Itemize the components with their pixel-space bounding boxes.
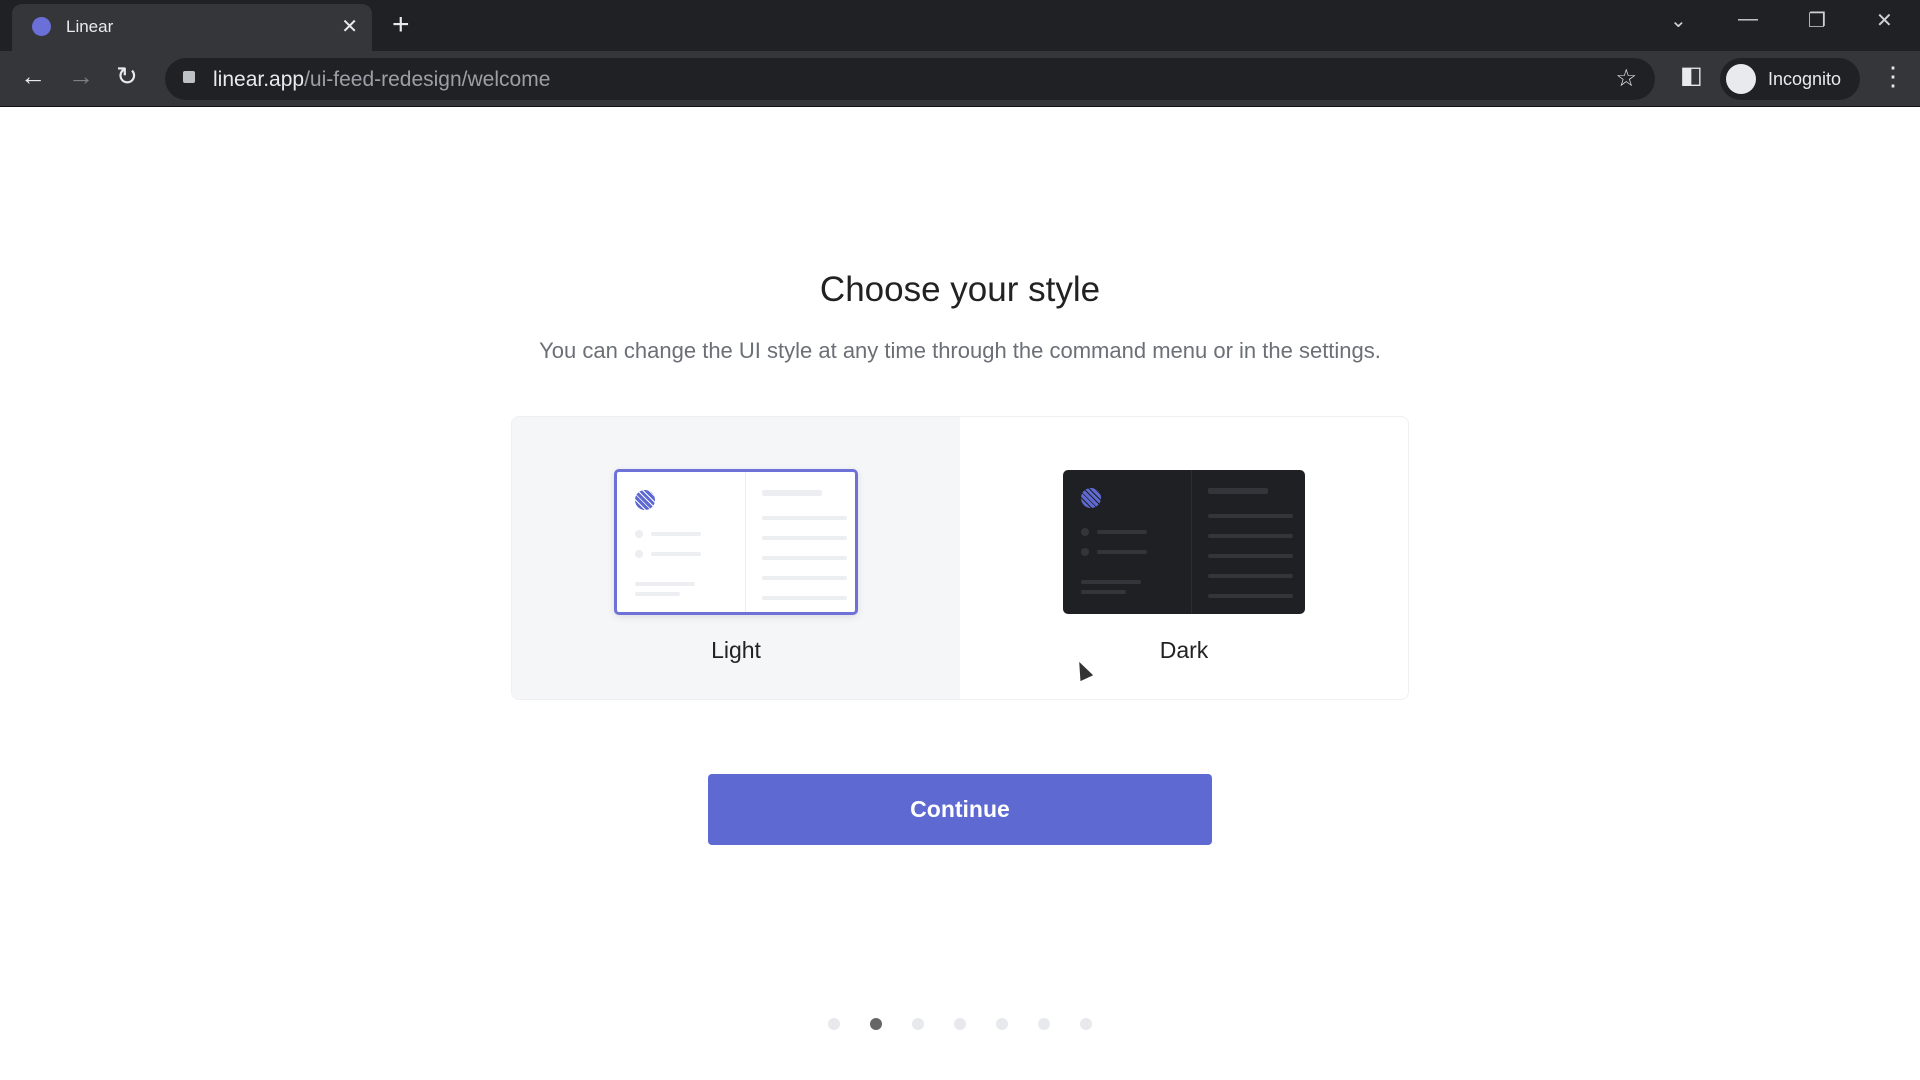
tab-search-icon[interactable]: ⌄ [1670,8,1687,33]
incognito-icon [1726,64,1756,94]
incognito-profile-button[interactable]: Incognito [1720,58,1860,100]
dark-preview [1063,470,1305,614]
step-dot[interactable] [870,1018,882,1030]
continue-button[interactable]: Continue [708,774,1212,845]
close-tab-icon[interactable]: ✕ [341,14,358,39]
light-preview [614,469,858,615]
option-dark[interactable]: Dark [960,417,1408,699]
linear-logo-icon [635,490,655,510]
step-dot[interactable] [828,1018,840,1030]
step-indicator [828,1018,1092,1030]
tab-bar: Linear ✕ + ⌄ — ❐ ✕ [0,0,1920,51]
page-title: Choose your style [819,270,1101,309]
restore-icon[interactable]: ❐ [1808,8,1826,33]
option-label: Light [711,637,761,663]
back-icon[interactable]: ← [20,61,46,92]
close-window-icon[interactable]: ✕ [1876,8,1893,33]
browser-tab[interactable]: Linear ✕ [12,4,372,51]
linear-logo-icon [1081,488,1101,508]
page-subtitle: You can change the UI style at any time … [539,338,1381,363]
forward-icon[interactable]: → [68,61,94,92]
step-dot[interactable] [954,1018,966,1030]
style-options: Light Dark [511,416,1409,700]
option-label: Dark [1159,637,1209,663]
side-panel-icon[interactable]: ◧ [1680,61,1703,90]
bookmark-star-icon[interactable]: ☆ [1615,64,1637,93]
menu-kebab-icon[interactable]: ⋮ [1880,61,1906,92]
option-light[interactable]: Light [512,417,960,699]
linear-favicon-icon [32,17,51,36]
tab-title: Linear [66,17,114,36]
browser-toolbar: ← → ↻ linear.app/ui-feed-redesign/welcom… [0,51,1920,107]
step-dot[interactable] [912,1018,924,1030]
step-dot[interactable] [1038,1018,1050,1030]
step-dot[interactable] [1080,1018,1092,1030]
minimize-icon[interactable]: — [1738,8,1758,31]
address-bar[interactable]: linear.app/ui-feed-redesign/welcome ☆ [165,58,1655,100]
url-text: linear.app/ui-feed-redesign/welcome [213,68,551,91]
step-dot[interactable] [996,1018,1008,1030]
reload-icon[interactable]: ↻ [116,61,138,92]
new-tab-button[interactable]: + [392,8,410,42]
lock-icon [183,71,195,83]
